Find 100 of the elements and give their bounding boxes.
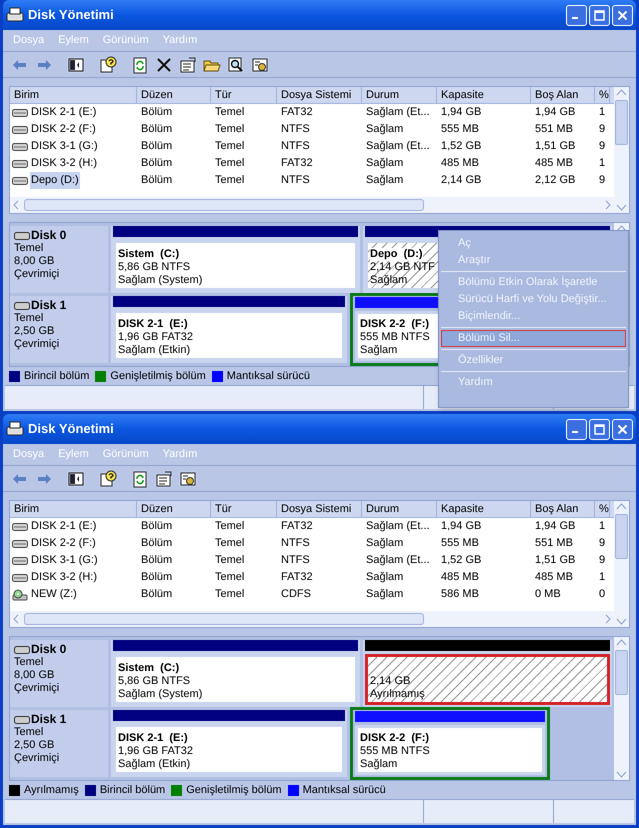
maximize-icon [594,10,605,20]
maximize-button[interactable] [589,418,610,440]
column-header[interactable]: Kapasite [437,87,531,103]
minimize-icon [572,17,578,19]
partition-panel[interactable]: DISK 2-1 (E:) 1,96 GB FAT32 Sağlam (Etkin) [113,724,345,775]
disk-info[interactable]: Disk 1 Temel 2,50 GB Çevrimiçi [10,710,108,777]
scroll-thumb[interactable] [615,514,628,559]
column-header[interactable]: Düzen [137,501,211,517]
table-cell-text: 1,94 GB [534,105,576,120]
disk-info[interactable]: Disk 0 Temel 8,00 GB Çevrimiçi [10,640,108,707]
volume-name[interactable]: DISK 3-1 (G:) [30,138,99,155]
disk-name: Disk 1 [31,299,66,312]
table-cell-text: NTFS [280,536,311,552]
volume-name[interactable]: DISK 3-2 (H:) [30,569,98,586]
settings-icon[interactable] [179,470,197,488]
disk-state: Çevrimiçi [14,752,60,765]
close-icon [617,10,628,20]
close-icon [617,424,628,434]
drive-icon [12,176,28,186]
column-header[interactable]: Durum [362,87,437,103]
table-cell-text: 2,12 GB [534,173,576,188]
disk-info[interactable]: Disk 1 Temel 2,50 GB Çevrimiçi [10,296,108,363]
table-cell-text: 551 MB [534,122,574,138]
volume-name[interactable]: NEW (Z:) [30,586,78,603]
scroll-thumb[interactable] [24,199,424,211]
partition-panel[interactable]: DISK 2-1 (E:) 1,96 GB FAT32 Sağlam (Etkin) [113,310,345,361]
scroll-thumb[interactable] [615,650,628,695]
minimize-button[interactable] [566,4,587,26]
vertical-scrollbar[interactable] [614,637,629,780]
column-header[interactable]: % [595,87,610,103]
column-header[interactable]: % [595,501,610,517]
vertical-scrollbar[interactable] [614,87,629,213]
column-header[interactable]: Boş Alan [531,501,595,517]
settings-icon[interactable] [251,56,269,74]
table-cell-text: 0 [598,587,606,602]
table-cell-text: Bölüm [140,570,174,586]
horizontal-scrollbar[interactable] [10,197,614,213]
column-header[interactable]: Tür [211,87,277,103]
delete-x-icon[interactable] [155,56,173,74]
table-cell-text: 9 [598,139,606,154]
partition-panel[interactable]: DISK 2-2 (F:) 555 MB NTFS Sağlam [355,725,545,775]
column-header[interactable]: Durum [362,501,437,517]
drive-icon [12,556,28,566]
table-cell-text: Bölüm [140,536,174,552]
column-header[interactable]: Birim [10,501,137,517]
volume-name[interactable]: Depo (D:) [30,172,80,189]
volume-name[interactable]: DISK 2-2 (F:) [30,121,97,138]
partition-size: 555 MB NTFS [360,745,430,758]
search-icon[interactable] [227,56,245,74]
partition-status: Sağlam (System) [118,274,202,287]
close-button[interactable] [612,418,633,440]
vertical-scrollbar[interactable] [614,501,629,627]
table-cell-text: Temel [214,173,246,188]
help-icon[interactable] [99,470,117,488]
refresh-icon[interactable] [131,56,149,74]
column-header[interactable]: Kapasite [437,501,531,517]
volume-name[interactable]: DISK 2-1 (E:) [30,104,98,121]
volume-name[interactable]: DISK 2-2 (F:) [30,535,97,552]
help-icon[interactable] [99,56,117,74]
properties-icon[interactable] [179,56,197,74]
drive-icon [12,124,28,134]
column-header[interactable]: Düzen [137,87,211,103]
column-header[interactable]: Birim [10,87,137,103]
column-header[interactable]: Dosya Sistemi [277,87,362,103]
partition-name: DISK 2-2 (F:) [360,318,430,331]
column-header[interactable]: Boş Alan [531,87,595,103]
minimize-button[interactable] [566,418,587,440]
volume-name[interactable]: DISK 3-2 (H:) [30,155,98,172]
volume-name[interactable]: DISK 2-1 (E:) [30,518,98,535]
partition-panel[interactable]: Sistem (C:) 5,86 GB NTFS Sağlam (System) [113,654,358,705]
disk-type: Temel [14,656,44,669]
table-cell-text: 1 [598,105,606,120]
tree-pane-icon[interactable] [67,56,85,74]
disk-info[interactable]: Disk 0 Temel 8,00 GB Çevrimiçi [10,226,108,293]
table-cell-text: 1 [598,570,606,586]
partition-name: DISK 2-2 (F:) [360,732,430,745]
scroll-thumb[interactable] [615,100,628,145]
partition-panel[interactable]: Sistem (C:) 5,86 GB NTFS Sağlam (System) [113,240,358,291]
column-header[interactable]: Tür [211,501,277,517]
legend-label: Birincil bölüm [100,782,166,798]
app-icon [6,421,24,437]
properties-icon[interactable] [155,470,173,488]
tree-pane-icon[interactable] [67,470,85,488]
table-cell-text: Bölüm [140,173,174,188]
minimize-icon [572,431,578,433]
partition-panel[interactable]: 2,14 GB Ayrılmamış [365,654,610,705]
refresh-icon[interactable] [131,470,149,488]
horizontal-scrollbar[interactable] [10,611,614,627]
volume-name[interactable]: DISK 3-1 (G:) [30,552,99,569]
partition-size: 5,86 GB NTFS [118,675,190,688]
partition-status: Sağlam (Etkin) [118,758,190,771]
table-cell-text: Sağlam (Et... [365,553,431,568]
column-header[interactable]: Dosya Sistemi [277,501,362,517]
maximize-button[interactable] [589,4,610,26]
table-cell-text: 555 MB [440,122,480,138]
drive-icon [12,572,28,582]
table-cell-text: 9 [598,122,606,138]
close-button[interactable] [612,4,633,26]
scroll-thumb[interactable] [24,613,424,625]
table-cell-text: 1,94 GB [534,519,576,534]
